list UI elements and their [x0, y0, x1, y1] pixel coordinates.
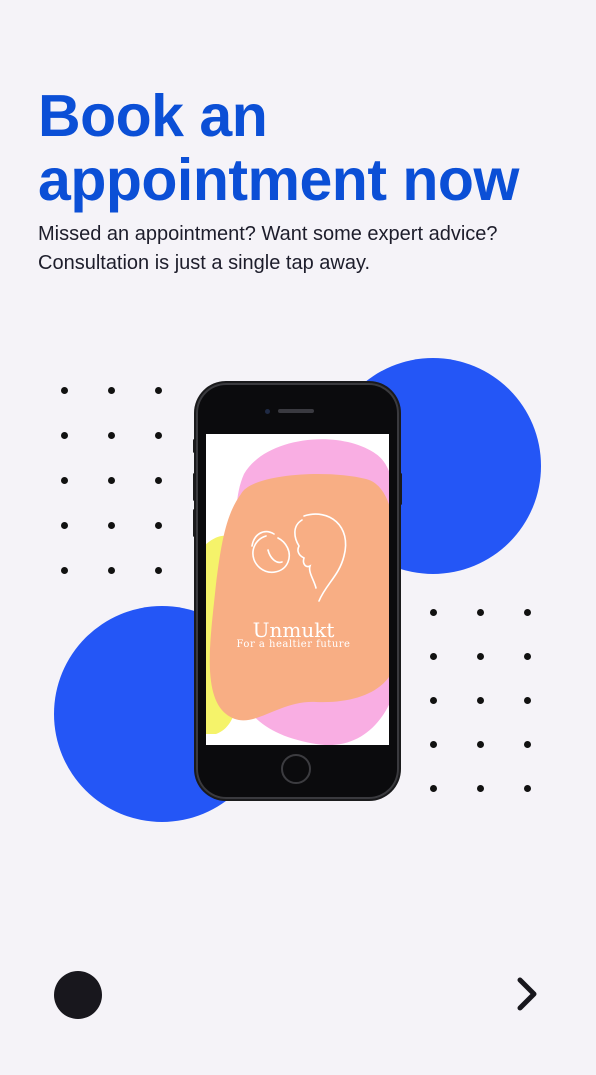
- camera-icon: [265, 409, 270, 414]
- phone-volume-up: [193, 473, 196, 501]
- phone-volume-down: [193, 509, 196, 537]
- dot-pattern-left: [61, 387, 162, 574]
- phone-mute-switch: [193, 439, 196, 453]
- page-title: Book an appointment now: [38, 83, 519, 213]
- pager-dot-icon: [54, 971, 102, 1019]
- app-splash-screen: Unmukt For a healtier future: [206, 434, 389, 745]
- app-tagline: For a healtier future: [236, 639, 351, 650]
- phone-speaker: [278, 409, 314, 413]
- phone-power-button: [399, 473, 402, 505]
- dot-pattern-right: [430, 609, 531, 792]
- next-button[interactable]: [505, 970, 549, 1018]
- phone-mockup: Unmukt For a healtier future: [193, 383, 402, 799]
- phone-home-button: [281, 754, 311, 784]
- mother-child-logo-icon: [251, 513, 347, 602]
- chevron-right-icon: [517, 977, 537, 1011]
- page-subtitle: Missed an appointment? Want some expert …: [38, 223, 498, 274]
